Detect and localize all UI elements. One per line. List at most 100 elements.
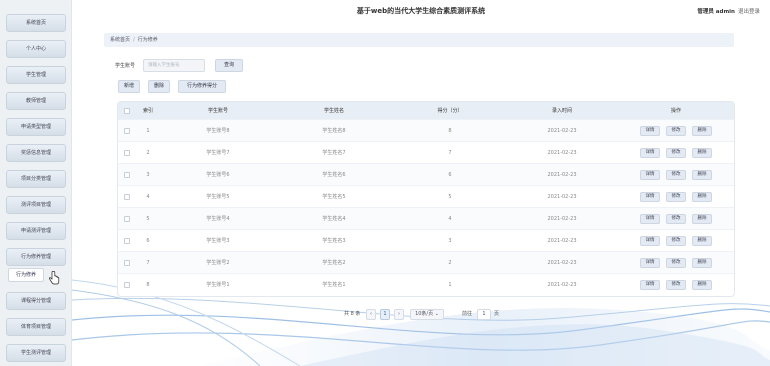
sidebar-item-course-scores[interactable]: 课程得分管理 <box>6 292 66 310</box>
row-delete-button[interactable]: 删除 <box>692 279 712 290</box>
row-name: 学生姓名2 <box>322 260 346 266</box>
goto-input[interactable]: 1 <box>477 309 491 320</box>
detail-button[interactable]: 详情 <box>640 235 660 246</box>
row-score: 1 <box>448 281 452 288</box>
detail-button[interactable]: 详情 <box>640 125 660 136</box>
admin-label: 管理员 admin <box>697 9 735 15</box>
row-checkbox[interactable] <box>124 215 130 222</box>
row-checkbox[interactable] <box>124 127 130 134</box>
row-checkbox[interactable] <box>124 237 130 244</box>
row-delete-button[interactable]: 删除 <box>692 125 712 136</box>
row-date: 2021-02-23 <box>547 127 577 134</box>
table-row: 7 学生账号2 学生姓名2 2 2021-02-23 详情 修改 删除 <box>118 251 734 273</box>
row-select-cell[interactable] <box>118 120 136 141</box>
row-delete-button[interactable]: 删除 <box>692 147 712 158</box>
logout-link[interactable]: 退出登录 <box>738 9 760 15</box>
sidebar-item-student-evaluation[interactable]: 学生测评管理 <box>6 344 66 362</box>
row-checkbox[interactable] <box>124 281 130 288</box>
row-select-cell[interactable] <box>118 208 136 229</box>
row-select-cell[interactable] <box>118 164 136 185</box>
row-name: 学生姓名7 <box>322 150 346 156</box>
row-checkbox[interactable] <box>124 149 130 156</box>
row-delete-button[interactable]: 删除 <box>692 235 712 246</box>
header-select-all[interactable] <box>118 102 136 119</box>
sidebar: 系统首页 个人中心 学生管理 教师管理 申请类型管理 奖惩信息管理 项目分类管理… <box>0 0 72 366</box>
detail-button[interactable]: 详情 <box>640 169 660 180</box>
select-all-checkbox[interactable] <box>124 107 130 114</box>
table-row: 2 学生账号7 学生姓名7 7 2021-02-23 详情 修改 删除 <box>118 141 734 163</box>
row-checkbox[interactable] <box>124 171 130 178</box>
search-input[interactable]: 请输入学生账号 <box>143 59 205 72</box>
edit-button[interactable]: 修改 <box>666 147 686 158</box>
detail-button[interactable]: 详情 <box>640 147 660 158</box>
row-date: 2021-02-23 <box>547 215 577 222</box>
row-select-cell[interactable] <box>118 142 136 163</box>
row-checkbox[interactable] <box>124 193 130 200</box>
sidebar-item-project-categories[interactable]: 项目分类管理 <box>6 170 66 188</box>
edit-button[interactable]: 修改 <box>666 213 686 224</box>
row-select-cell[interactable] <box>118 186 136 207</box>
edit-button[interactable]: 修改 <box>666 125 686 136</box>
row-select-cell[interactable] <box>118 230 136 251</box>
sidebar-item-students[interactable]: 学生管理 <box>6 66 66 84</box>
behavior-score-button[interactable]: 行为修养得分 <box>178 80 226 93</box>
row-operations: 详情 修改 删除 <box>616 164 734 185</box>
hand-pointer-icon <box>48 271 60 285</box>
add-button[interactable]: 新增 <box>118 80 140 93</box>
sidebar-item-sports[interactable]: 体育项目管理 <box>6 318 66 336</box>
system-title: 基于web的当代大学生综合素质测评系统 <box>356 7 486 15</box>
breadcrumb-home[interactable]: 系统首页 <box>110 37 130 43</box>
row-name: 学生姓名6 <box>322 172 346 178</box>
sidebar-item-evaluation-projects[interactable]: 测评项目管理 <box>6 196 66 214</box>
pagination-next[interactable]: › <box>394 309 404 320</box>
edit-button[interactable]: 修改 <box>666 257 686 268</box>
pagination-total: 共 8 条 <box>344 311 361 317</box>
row-delete-button[interactable]: 删除 <box>692 191 712 202</box>
sidebar-item-rewards[interactable]: 奖惩信息管理 <box>6 144 66 162</box>
row-select-cell[interactable] <box>118 274 136 295</box>
table-row: 8 学生账号1 学生姓名1 1 2021-02-23 详情 修改 删除 <box>118 273 734 295</box>
sidebar-item-profile[interactable]: 个人中心 <box>6 40 66 58</box>
row-select-cell[interactable] <box>118 252 136 273</box>
row-checkbox[interactable] <box>124 259 130 266</box>
detail-button[interactable]: 详情 <box>640 279 660 290</box>
row-score: 6 <box>448 171 452 178</box>
row-name: 学生姓名4 <box>322 216 346 222</box>
row-name: 学生姓名5 <box>322 194 346 200</box>
row-score: 3 <box>448 237 452 244</box>
breadcrumb-current: 行为修养 <box>137 37 158 43</box>
sidebar-item-evaluation-applications[interactable]: 申请测评管理 <box>6 222 66 240</box>
row-operations: 详情 修改 删除 <box>616 252 734 273</box>
breadcrumb-separator: / <box>133 37 135 43</box>
table-row: 4 学生账号5 学生姓名5 5 2021-02-23 详情 修改 删除 <box>118 185 734 207</box>
row-score: 4 <box>448 215 452 222</box>
page-size-select[interactable]: 10条/页 ⌄ <box>410 309 444 320</box>
row-delete-button[interactable]: 删除 <box>692 213 712 224</box>
row-account: 学生账号8 <box>206 128 230 134</box>
detail-button[interactable]: 详情 <box>640 213 660 224</box>
search-button[interactable]: 查询 <box>215 59 243 72</box>
sidebar-item-home[interactable]: 系统首页 <box>6 14 66 32</box>
edit-button[interactable]: 修改 <box>666 279 686 290</box>
pagination-prev[interactable]: ‹ <box>366 309 376 320</box>
row-delete-button[interactable]: 删除 <box>692 169 712 180</box>
detail-button[interactable]: 详情 <box>640 191 660 202</box>
row-index: 4 <box>146 193 150 200</box>
user-info: 管理员 admin 退出登录 <box>697 7 760 15</box>
sidebar-subitem-behavior[interactable]: 行为修养 <box>8 268 44 282</box>
row-delete-button[interactable]: 删除 <box>692 257 712 268</box>
edit-button[interactable]: 修改 <box>666 191 686 202</box>
pagination-page-1[interactable]: 1 <box>380 309 390 320</box>
edit-button[interactable]: 修改 <box>666 169 686 180</box>
row-date: 2021-02-23 <box>547 281 577 288</box>
edit-button[interactable]: 修改 <box>666 235 686 246</box>
detail-button[interactable]: 详情 <box>640 257 660 268</box>
sidebar-item-behavior[interactable]: 行为修养管理 <box>6 248 66 266</box>
row-date: 2021-02-23 <box>547 237 577 244</box>
row-date: 2021-02-23 <box>547 259 577 266</box>
delete-button[interactable]: 删除 <box>148 80 170 93</box>
sidebar-item-teachers[interactable]: 教师管理 <box>6 92 66 110</box>
table-row: 1 学生账号8 学生姓名8 8 2021-02-23 详情 修改 删除 <box>118 119 734 141</box>
sidebar-item-application-types[interactable]: 申请类型管理 <box>6 118 66 136</box>
table-row: 6 学生账号3 学生姓名3 3 2021-02-23 详情 修改 删除 <box>118 229 734 251</box>
